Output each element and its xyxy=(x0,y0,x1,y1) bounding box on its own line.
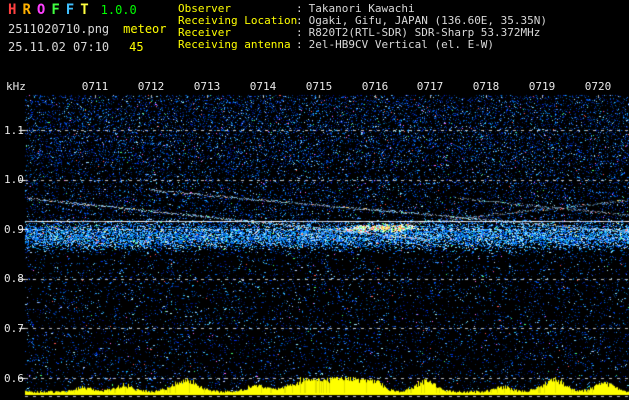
info-value: 2el-HB9CV Vertical (el. E-W) xyxy=(309,38,494,51)
freq-tick-label: 0.9 xyxy=(4,223,24,236)
header-left: HROFFT1.0.0 2511020710.pngmeteor 25.11.0… xyxy=(8,2,167,55)
time-tick-label: 0711 xyxy=(79,80,111,93)
file-row: 2511020710.png meteor xyxy=(8,22,167,37)
info-row: Receiving antenna:2el-HB9CV Vertical (el… xyxy=(178,39,547,51)
app-title-letter: T xyxy=(80,2,88,18)
mode-label: meteor xyxy=(123,22,166,36)
filename: 2511020710.png xyxy=(8,22,109,36)
time-tick-label: 0712 xyxy=(135,80,167,93)
app-title-letter: F xyxy=(66,2,74,18)
time-tick-label: 0717 xyxy=(414,80,446,93)
y-axis-unit-label: kHz xyxy=(6,80,26,93)
time-tick-label: 0716 xyxy=(359,80,391,93)
time-tick-label: 0713 xyxy=(191,80,223,93)
freq-tick-label: 1.1 xyxy=(4,124,24,137)
freq-tick-label: 0.7 xyxy=(4,322,24,335)
time-tick-label: 0715 xyxy=(303,80,335,93)
app-title-letter: O xyxy=(37,2,45,18)
freq-tick-label: 0.6 xyxy=(4,372,24,385)
app-title-letter: R xyxy=(22,2,30,18)
meteor-count: 45 xyxy=(129,40,143,54)
freq-tick-label: 0.8 xyxy=(4,272,24,285)
app-title-letter: F xyxy=(51,2,59,18)
info-label: Receiving antenna xyxy=(178,39,296,51)
app-title-letter: H xyxy=(8,2,16,18)
freq-tick-label: 1.0 xyxy=(4,173,24,186)
datetime-row: 25.11.02 07:10 45 xyxy=(8,40,167,55)
app-version: 1.0.0 xyxy=(101,3,137,17)
time-tick-label: 0718 xyxy=(470,80,502,93)
time-tick-label: 0720 xyxy=(582,80,614,93)
hrofft-screen: HROFFT1.0.0 2511020710.pngmeteor 25.11.0… xyxy=(0,0,629,400)
info-panel: Observer:Takanori Kawachi Receiving Loca… xyxy=(178,3,547,51)
time-tick-label: 0714 xyxy=(247,80,279,93)
spectrogram-canvas xyxy=(0,0,629,400)
info-separator: : xyxy=(296,38,303,51)
time-tick-label: 0719 xyxy=(526,80,558,93)
datetime: 25.11.02 07:10 xyxy=(8,40,109,54)
app-title: HROFFT1.0.0 xyxy=(8,2,167,19)
